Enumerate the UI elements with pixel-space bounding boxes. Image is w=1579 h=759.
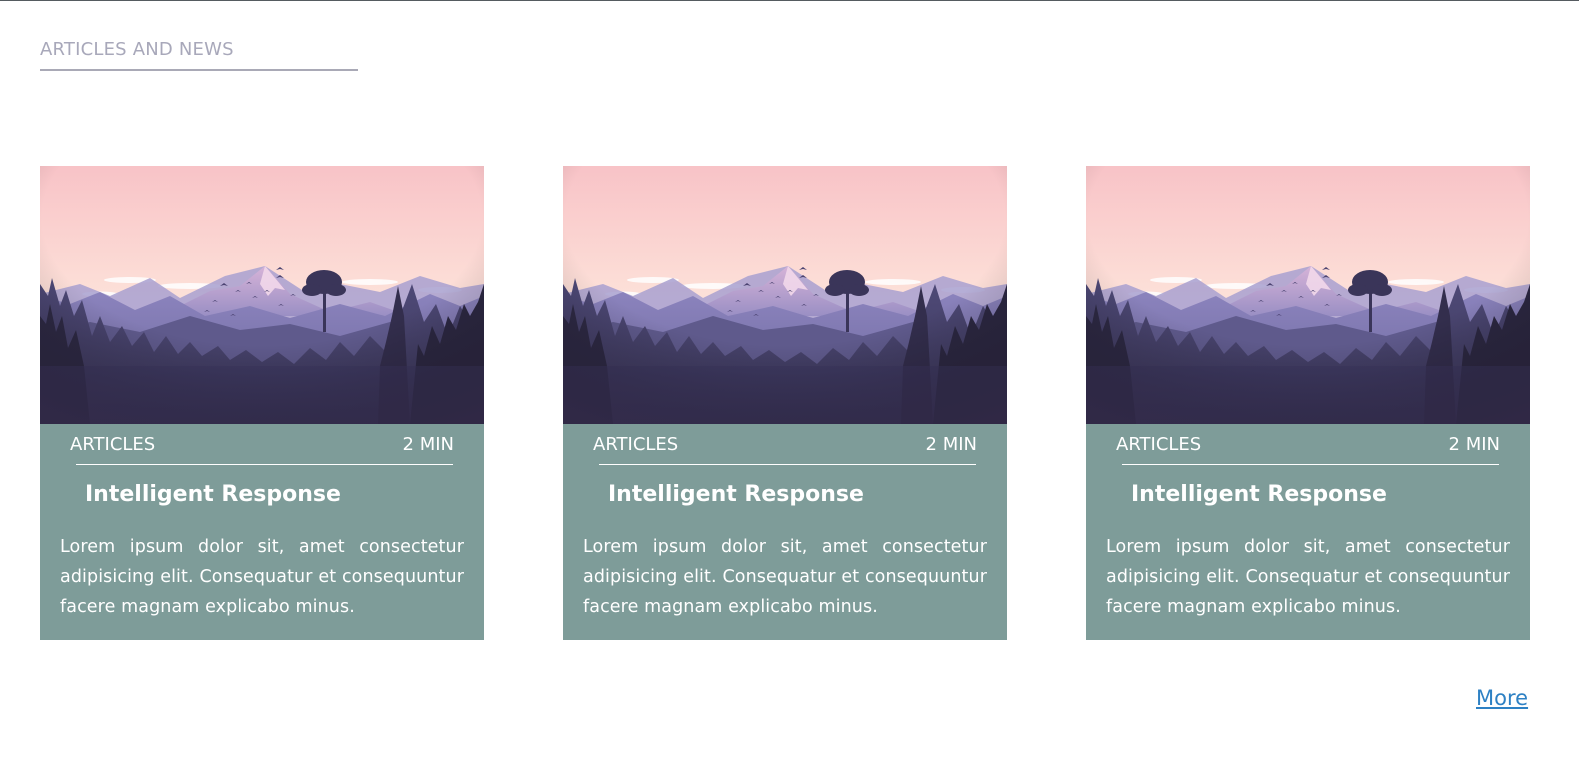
more-link[interactable]: More xyxy=(1476,686,1528,710)
card-meta: ARTICLES 2 MIN xyxy=(70,428,454,460)
card-divider xyxy=(76,464,453,465)
card-read-time: 2 MIN xyxy=(1448,433,1500,455)
card-category: ARTICLES xyxy=(70,433,156,455)
card-title[interactable]: Intelligent Response xyxy=(1131,480,1387,510)
section-title: ARTICLES AND NEWS xyxy=(40,38,358,71)
article-cards: ARTICLES 2 MIN Intelligent Response Lore… xyxy=(40,166,1530,640)
card-image xyxy=(563,166,1007,424)
card-body: Lorem ipsum dolor sit, amet consectetur … xyxy=(583,537,987,617)
card-meta: ARTICLES 2 MIN xyxy=(593,428,977,460)
card-title[interactable]: Intelligent Response xyxy=(85,480,341,510)
card-category: ARTICLES xyxy=(593,433,679,455)
card-image xyxy=(40,166,484,424)
card-category: ARTICLES xyxy=(1116,433,1202,455)
card-image xyxy=(1086,166,1530,424)
card-read-time: 2 MIN xyxy=(402,433,454,455)
card-divider xyxy=(1122,464,1499,465)
article-card[interactable]: ARTICLES 2 MIN Intelligent Response Lore… xyxy=(563,166,1007,640)
card-divider xyxy=(599,464,976,465)
article-card[interactable]: ARTICLES 2 MIN Intelligent Response Lore… xyxy=(40,166,484,640)
card-meta: ARTICLES 2 MIN xyxy=(1116,428,1500,460)
card-body: Lorem ipsum dolor sit, amet consectetur … xyxy=(60,537,464,617)
card-body: Lorem ipsum dolor sit, amet consectetur … xyxy=(1106,537,1510,617)
top-border xyxy=(0,0,1579,1)
card-title[interactable]: Intelligent Response xyxy=(608,480,864,510)
card-read-time: 2 MIN xyxy=(925,433,977,455)
article-card[interactable]: ARTICLES 2 MIN Intelligent Response Lore… xyxy=(1086,166,1530,640)
